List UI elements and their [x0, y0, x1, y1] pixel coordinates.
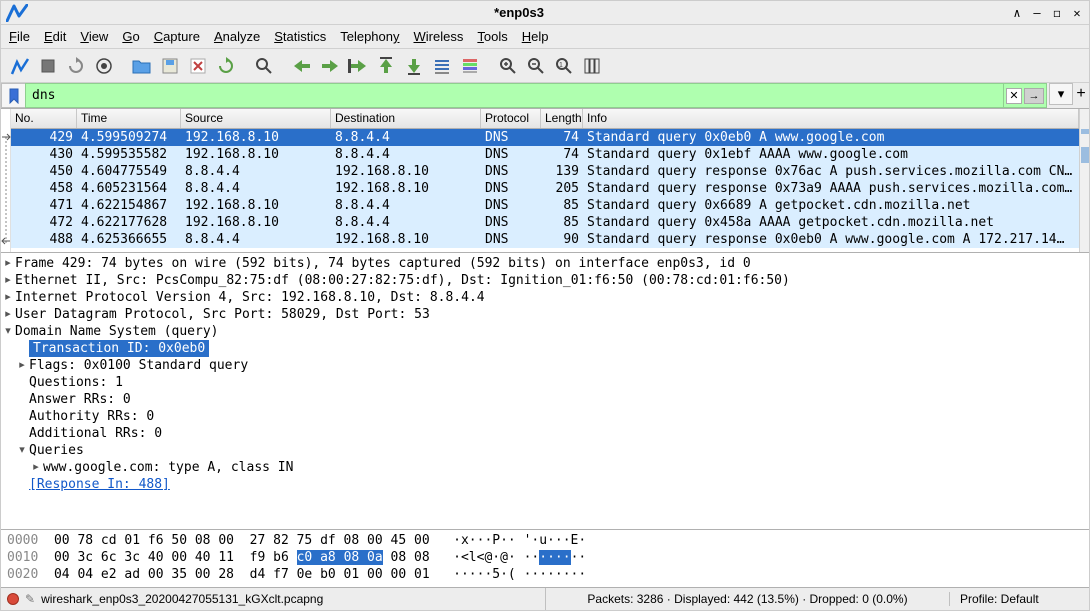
col-header-info[interactable]: Info — [583, 109, 1079, 128]
menu-wireless[interactable]: Wireless — [414, 29, 464, 44]
window-close-button[interactable]: ✕ — [1069, 5, 1085, 21]
go-first-button[interactable] — [373, 53, 399, 79]
clear-filter-icon[interactable]: ✕ — [1006, 88, 1022, 104]
detail-questions[interactable]: Questions: 1 — [29, 374, 123, 391]
go-forward-button[interactable] — [317, 53, 343, 79]
menu-analyze[interactable]: Analyze — [214, 29, 260, 44]
packet-row[interactable]: 4714.622154867192.168.8.108.8.4.4DNS85St… — [11, 197, 1079, 214]
packet-details-pane[interactable]: ▸Frame 429: 74 bytes on wire (592 bits),… — [1, 253, 1089, 530]
window-minimize-button[interactable]: — — [1029, 5, 1045, 21]
col-header-no[interactable]: No. — [11, 109, 77, 128]
auto-scroll-button[interactable] — [429, 53, 455, 79]
zoom-in-button[interactable] — [495, 53, 521, 79]
menu-statistics[interactable]: Statistics — [274, 29, 326, 44]
expand-icon[interactable]: ▸ — [1, 289, 15, 306]
menu-view[interactable]: View — [80, 29, 108, 44]
start-capture-button[interactable] — [7, 53, 33, 79]
resize-columns-button[interactable] — [579, 53, 605, 79]
window-title: *enp0s3 — [33, 5, 1005, 20]
related-packets-gutter — [1, 109, 11, 252]
go-to-packet-button[interactable] — [345, 53, 371, 79]
svg-text:1: 1 — [559, 62, 563, 69]
zoom-out-button[interactable] — [523, 53, 549, 79]
status-profile[interactable]: Profile: Default — [949, 592, 1089, 606]
bookmark-filter-icon[interactable] — [1, 83, 25, 108]
menu-tools[interactable]: Tools — [477, 29, 507, 44]
expand-icon[interactable]: ▸ — [1, 306, 15, 323]
display-filter-bar: ✕ → ▾ + — [1, 83, 1089, 109]
collapse-icon[interactable]: ▾ — [15, 442, 29, 459]
col-header-source[interactable]: Source — [181, 109, 331, 128]
add-filter-button[interactable]: + — [1073, 83, 1089, 108]
detail-transaction-id[interactable]: Transaction ID: 0x0eb0 — [29, 340, 209, 357]
expand-icon[interactable]: ▸ — [29, 459, 43, 476]
reload-file-button[interactable] — [213, 53, 239, 79]
packet-list-scrollbar[interactable] — [1079, 109, 1089, 252]
expand-icon[interactable]: ▸ — [15, 357, 29, 374]
stop-capture-button[interactable] — [35, 53, 61, 79]
hex-selection: c0 a8 08 0a — [297, 550, 383, 565]
title-bar: *enp0s3 ∧ — ◻ ✕ — [1, 1, 1089, 25]
display-filter-input[interactable] — [25, 83, 1004, 108]
status-bar: ✎ wireshark_enp0s3_20200427055131_kGXclt… — [1, 588, 1089, 610]
colorize-button[interactable] — [457, 53, 483, 79]
app-logo-icon — [5, 3, 29, 23]
detail-ethernet[interactable]: Ethernet II, Src: PcsCompu_82:75:df (08:… — [15, 272, 790, 289]
zoom-reset-button[interactable]: 1 — [551, 53, 577, 79]
packet-bytes-pane[interactable]: 0000 00 78 cd 01 f6 50 08 00 27 82 75 df… — [1, 530, 1089, 588]
window-up-button[interactable]: ∧ — [1009, 5, 1025, 21]
collapse-icon[interactable]: ▾ — [1, 323, 15, 340]
packet-list-pane: No. Time Source Destination Protocol Len… — [1, 109, 1089, 253]
save-file-button[interactable] — [157, 53, 183, 79]
status-file-label: wireshark_enp0s3_20200427055131_kGXclt.p… — [41, 592, 323, 606]
col-header-protocol[interactable]: Protocol — [481, 109, 541, 128]
packet-row[interactable]: 4294.599509274192.168.8.108.8.4.4DNS74St… — [11, 129, 1079, 146]
capture-file-properties-icon[interactable]: ✎ — [25, 592, 35, 606]
detail-udp[interactable]: User Datagram Protocol, Src Port: 58029,… — [15, 306, 430, 323]
packet-row[interactable]: 4304.599535582192.168.8.108.8.4.4DNS74St… — [11, 146, 1079, 163]
status-packet-counts: Packets: 3286 · Displayed: 442 (13.5%) ·… — [546, 592, 949, 606]
packet-row[interactable]: 4584.6052315648.8.4.4192.168.8.10DNS205S… — [11, 180, 1079, 197]
col-header-destination[interactable]: Destination — [331, 109, 481, 128]
packet-row[interactable]: 4724.622177628192.168.8.108.8.4.4DNS85St… — [11, 214, 1079, 231]
main-toolbar: 1 — [1, 49, 1089, 83]
menu-capture[interactable]: Capture — [154, 29, 200, 44]
packet-row[interactable]: 4884.6253666558.8.4.4192.168.8.10DNS90St… — [11, 231, 1079, 248]
menu-bar: File Edit View Go Capture Analyze Statis… — [1, 25, 1089, 49]
expand-icon[interactable]: ▸ — [1, 272, 15, 289]
detail-flags[interactable]: Flags: 0x0100 Standard query — [29, 357, 248, 374]
window-maximize-button[interactable]: ◻ — [1049, 5, 1065, 21]
detail-response-link[interactable]: [Response In: 488] — [29, 476, 170, 493]
detail-query-0[interactable]: www.google.com: type A, class IN — [43, 459, 293, 476]
open-file-button[interactable] — [129, 53, 155, 79]
packet-list-body[interactable]: 4294.599509274192.168.8.108.8.4.4DNS74St… — [11, 129, 1079, 248]
expert-info-icon[interactable] — [7, 593, 19, 605]
col-header-time[interactable]: Time — [77, 109, 181, 128]
menu-telephony[interactable]: Telephony — [340, 29, 399, 44]
detail-queries[interactable]: Queries — [29, 442, 84, 459]
apply-filter-icon[interactable]: → — [1024, 88, 1044, 104]
detail-frame[interactable]: Frame 429: 74 bytes on wire (592 bits), … — [15, 255, 751, 272]
detail-ip[interactable]: Internet Protocol Version 4, Src: 192.16… — [15, 289, 485, 306]
restart-capture-button[interactable] — [63, 53, 89, 79]
filter-expression-button[interactable]: ▾ — [1049, 83, 1073, 105]
packet-row[interactable]: 4504.6047755498.8.4.4192.168.8.10DNS139S… — [11, 163, 1079, 180]
detail-dns[interactable]: Domain Name System (query) — [15, 323, 219, 340]
app-window: *enp0s3 ∧ — ◻ ✕ File Edit View Go Captur… — [0, 0, 1090, 611]
detail-authority-rrs[interactable]: Authority RRs: 0 — [29, 408, 154, 425]
close-file-button[interactable] — [185, 53, 211, 79]
packet-list-header[interactable]: No. Time Source Destination Protocol Len… — [11, 109, 1079, 129]
go-back-button[interactable] — [289, 53, 315, 79]
detail-additional-rrs[interactable]: Additional RRs: 0 — [29, 425, 162, 442]
menu-help[interactable]: Help — [522, 29, 549, 44]
go-last-button[interactable] — [401, 53, 427, 79]
col-header-length[interactable]: Length — [541, 109, 583, 128]
detail-answer-rrs[interactable]: Answer RRs: 0 — [29, 391, 131, 408]
capture-options-button[interactable] — [91, 53, 117, 79]
menu-edit[interactable]: Edit — [44, 29, 66, 44]
menu-go[interactable]: Go — [122, 29, 139, 44]
menu-file[interactable]: File — [9, 29, 30, 44]
find-packet-button[interactable] — [251, 53, 277, 79]
